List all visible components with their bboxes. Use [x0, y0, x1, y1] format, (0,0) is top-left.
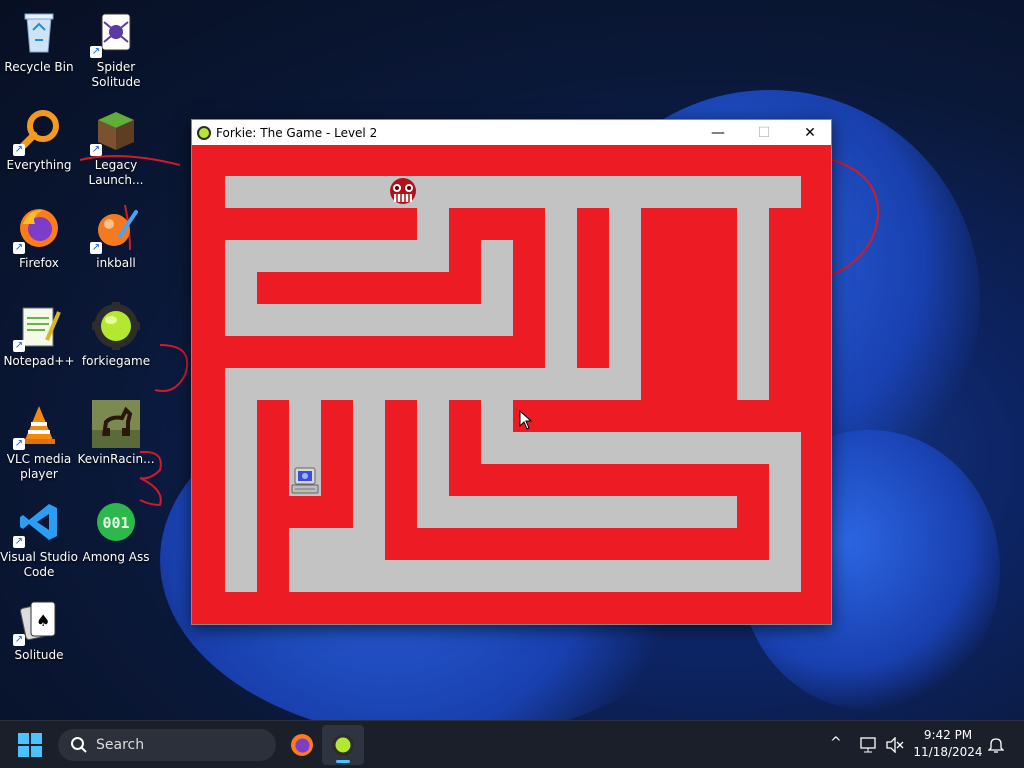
shortcut-arrow-icon: ↗ [13, 536, 25, 548]
desktop-icon-label: Recycle Bin [4, 60, 74, 74]
maze-path [737, 208, 769, 400]
desktop-icon-label: inkball [96, 256, 136, 270]
desktop-icon-label: Firefox [19, 256, 59, 270]
search-icon [71, 737, 87, 753]
inkball-icon: ↗ [90, 204, 140, 254]
maze-path [353, 368, 385, 528]
desktop-icon-label: Notepad++ [3, 354, 75, 368]
desktop-icon-label: VLC media player [6, 452, 72, 481]
vscode-icon: ↗ [13, 498, 63, 548]
desktop-icon-kevinracing[interactable]: KevinRacin... [77, 400, 155, 467]
everything-magnifier-icon: ↗ [13, 106, 63, 156]
desktop-icon-label: Solitude [14, 648, 64, 662]
shortcut-arrow-icon: ↗ [13, 634, 25, 646]
tray-overflow-chevron[interactable]: ^ [830, 735, 842, 751]
minimize-button[interactable]: — [695, 120, 741, 145]
desktop-icon-solitude[interactable]: ♠ ↗ Solitude [0, 596, 78, 663]
notification-bell-icon[interactable] [988, 736, 1004, 754]
desktop-icon-label: KevinRacin... [77, 452, 155, 466]
player-computer-sprite [291, 467, 319, 494]
maze-path [225, 176, 801, 208]
desktop-icon-legacy-launcher[interactable]: ↗ Legacy Launch... [77, 106, 155, 188]
playing-cards-icon: ♠ ↗ [13, 596, 63, 646]
horse-photo-icon [92, 400, 140, 448]
firefox-icon: ↗ [13, 204, 63, 254]
shortcut-arrow-icon: ↗ [90, 144, 102, 156]
maze-path [481, 240, 513, 336]
mouse-cursor-icon [519, 410, 533, 430]
taskbar-firefox-button[interactable] [286, 729, 318, 761]
desktop-icon-label: Among Ass [82, 550, 150, 564]
clock[interactable]: 9:42 PM 11/18/2024 [912, 727, 984, 761]
maximize-button[interactable]: ☐ [741, 120, 787, 145]
recycle-bin-icon [15, 8, 63, 56]
svg-text:001: 001 [102, 514, 129, 532]
firefox-icon [291, 734, 313, 756]
window-titlebar[interactable]: Forkie: The Game - Level 2 — ☐ ✕ [192, 120, 831, 145]
desktop-icon-notepadpp[interactable]: ↗ Notepad++ [0, 302, 78, 369]
grass-block-icon: ↗ [90, 106, 140, 156]
game-window[interactable]: Forkie: The Game - Level 2 — ☐ ✕ [191, 119, 832, 625]
maze-path [545, 208, 577, 368]
active-app-indicator [336, 760, 350, 763]
desktop-icon-vlc[interactable]: ↗ VLC media player [0, 400, 78, 482]
maze-path [417, 496, 737, 528]
shortcut-arrow-icon: ↗ [13, 438, 25, 450]
svg-text:♠: ♠ [36, 611, 50, 630]
taskbar-forkie-button[interactable] [322, 725, 364, 765]
clock-date: 11/18/2024 [913, 745, 983, 759]
taskbar-search-box[interactable]: Search [58, 729, 276, 761]
clock-time: 9:42 PM [923, 728, 973, 742]
network-icon[interactable] [860, 737, 878, 753]
windows-logo-icon [18, 733, 42, 757]
desktop-icon-everything[interactable]: ↗ Everything [0, 106, 78, 173]
window-title: Forkie: The Game - Level 2 [216, 125, 378, 140]
desktop-icon-label: forkiegame [81, 354, 151, 368]
desktop-icon-inkball[interactable]: ↗ inkball [77, 204, 155, 271]
spider-cards-icon: ↗ [90, 8, 140, 58]
enemy-skull-sprite [390, 178, 416, 204]
desktop-icon-label: Visual Studio Code [0, 550, 78, 579]
desktop-icon-recycle-bin[interactable]: Recycle Bin [0, 8, 78, 75]
notepadpp-icon: ↗ [13, 302, 63, 352]
desktop-icon-label: Spider Solitude [91, 60, 141, 89]
shortcut-arrow-icon: ↗ [13, 340, 25, 352]
desktop-icon-among-ass[interactable]: 001 Among Ass [77, 498, 155, 565]
forkie-gear-ball-icon [92, 302, 140, 350]
maze-board[interactable] [192, 145, 831, 624]
shortcut-arrow-icon: ↗ [13, 144, 25, 156]
start-button[interactable] [16, 731, 44, 759]
among-ass-badge-icon: 001 [92, 498, 140, 546]
desktop-icon-forkiegame[interactable]: forkiegame [77, 302, 155, 369]
maze-path [225, 304, 513, 336]
forkie-gear-ball-icon [332, 734, 354, 756]
search-placeholder: Search [96, 737, 145, 753]
desktop-icon-vscode[interactable]: ↗ Visual Studio Code [0, 498, 78, 580]
maze-path [225, 240, 449, 272]
maze-path [225, 368, 257, 592]
vlc-cone-icon: ↗ [13, 400, 63, 450]
maze-path [289, 560, 801, 592]
volume-muted-icon[interactable] [886, 737, 904, 753]
desktop-icon-label: Legacy Launch... [88, 158, 144, 187]
forkie-app-icon [197, 125, 211, 140]
desktop-icon-label: Everything [6, 158, 72, 172]
maze-path [481, 432, 801, 464]
shortcut-arrow-icon: ↗ [90, 242, 102, 254]
taskbar: Search ^ 9:42 PM 11/18/2024 [0, 720, 1024, 768]
desktop-icon-spider-solitude[interactable]: ↗ Spider Solitude [77, 8, 155, 90]
close-button[interactable]: ✕ [787, 120, 833, 145]
shortcut-arrow-icon: ↗ [90, 46, 102, 58]
desktop-icon-firefox[interactable]: ↗ Firefox [0, 204, 78, 271]
shortcut-arrow-icon: ↗ [13, 242, 25, 254]
